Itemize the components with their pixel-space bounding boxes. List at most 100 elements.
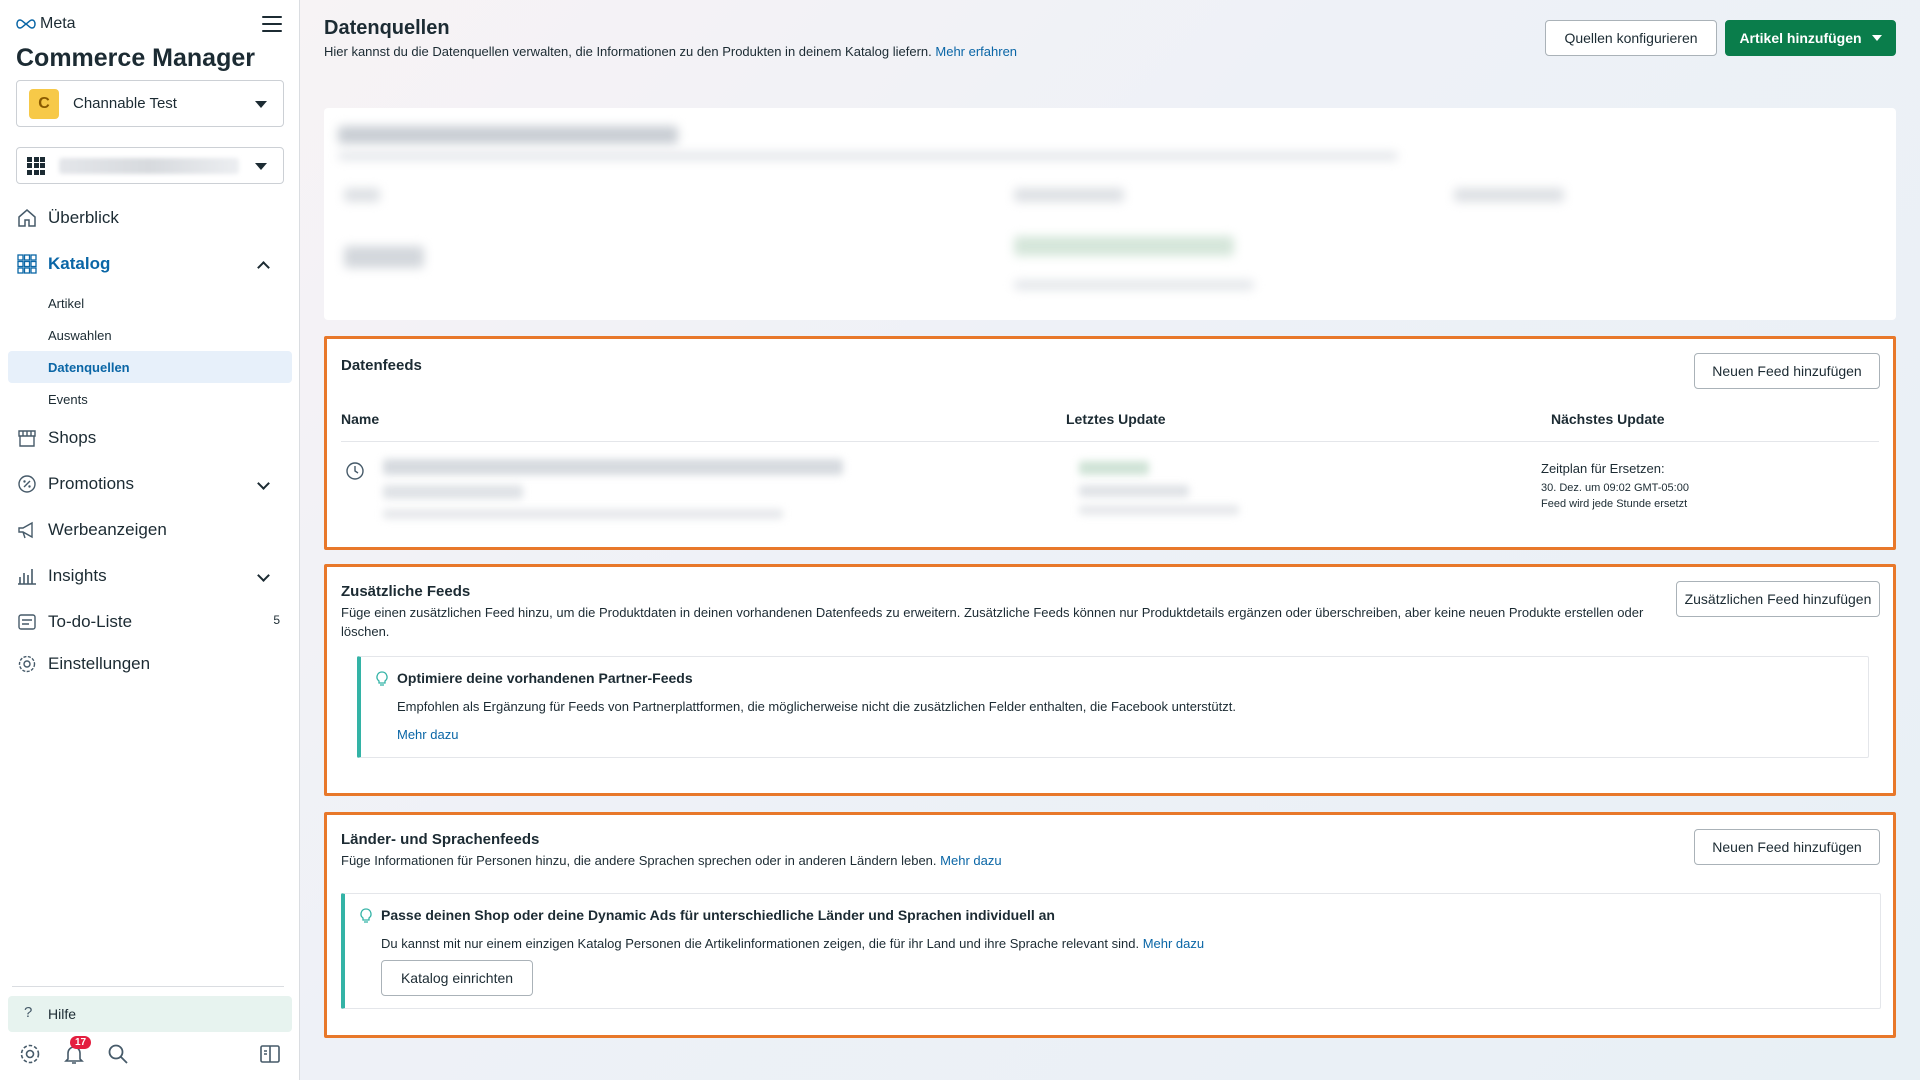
add-supplementary-feed-button[interactable]: Zusätzlichen Feed hinzufügen (1676, 581, 1880, 617)
catalog-select[interactable] (16, 147, 284, 184)
help-button[interactable]: ? Hilfe (8, 996, 292, 1032)
sidebar-item-label: Promotions (48, 474, 134, 493)
learn-more-link[interactable]: Mehr erfahren (935, 44, 1017, 59)
lightbulb-icon (360, 908, 372, 923)
tip-more-link[interactable]: Mehr dazu (397, 727, 458, 742)
clock-icon (346, 462, 364, 480)
meta-infinity-icon (16, 19, 36, 29)
configure-sources-button[interactable]: Quellen konfigurieren (1545, 20, 1717, 56)
question-icon: ? (24, 1004, 33, 1021)
lightbulb-icon (376, 671, 388, 686)
blurred-feed-meta (383, 485, 523, 499)
caret-down-icon (255, 101, 267, 108)
localized-tip: Passe deinen Shop oder deine Dynamic Ads… (341, 893, 1881, 1009)
catalog-grid-icon (27, 156, 45, 175)
sidebar: Meta Commerce Manager C Channable Test Ü… (0, 0, 300, 1080)
sidebar-item-label: Überblick (48, 208, 119, 227)
blurred-last-update-status (1079, 461, 1149, 475)
sidebar-item-insights[interactable]: Insights (0, 553, 300, 599)
chevron-up-icon (257, 261, 270, 274)
page-title: Datenquellen (324, 17, 450, 39)
add-items-button[interactable]: Artikel hinzufügen (1725, 20, 1896, 56)
settings-icon (18, 655, 36, 673)
tip-title: Passe deinen Shop oder deine Dynamic Ads… (381, 907, 1055, 923)
blurred-catalog-card (324, 108, 1896, 320)
sidebar-item-label: To-do-Liste (48, 612, 133, 631)
sidebar-subitem-datenquellen[interactable]: Datenquellen (8, 351, 292, 383)
blurred-feed-name[interactable] (383, 459, 843, 475)
chevron-down-icon (257, 477, 270, 490)
sidebar-item-settings[interactable]: Einstellungen (0, 645, 300, 683)
menu-icon[interactable] (262, 16, 282, 34)
tip-text-body: Du kannst mit nur einem einzigen Katalog… (381, 936, 1140, 951)
tip-more-link[interactable]: Mehr dazu (1143, 936, 1204, 951)
page-subtitle: Hier kannst du die Datenquellen verwalte… (324, 44, 1017, 59)
panel-toggle-icon[interactable] (258, 1042, 282, 1066)
gear-icon[interactable] (18, 1042, 42, 1066)
localized-feeds-card: Länder- und Sprachenfeeds Füge Informati… (324, 812, 1896, 1038)
supplementary-description: Füge einen zusätzlichen Feed hinzu, um d… (341, 605, 1644, 639)
localized-title: Länder- und Sprachenfeeds (341, 831, 540, 848)
add-items-label: Artikel hinzufügen (1739, 30, 1862, 46)
help-label: Hilfe (48, 1006, 77, 1022)
sidebar-subitem-auswahlen[interactable]: Auswahlen (8, 319, 292, 351)
sidebar-item-todo[interactable]: To-do-Liste 5 (0, 599, 300, 645)
schedule-label: Zeitplan für Ersetzen: (1541, 461, 1665, 476)
sidebar-subitem-artikel[interactable]: Artikel (8, 287, 292, 319)
sidebar-item-promotions[interactable]: Promotions (0, 461, 300, 507)
supplementary-title: Zusätzliche Feeds (341, 583, 471, 600)
megaphone-icon (18, 521, 33, 539)
sidebar-item-label: Katalog (48, 254, 111, 273)
blurred-feed-url (383, 509, 783, 519)
sidebar-item-label: Insights (48, 566, 107, 585)
sidebar-item-catalog[interactable]: Katalog (0, 241, 300, 287)
tip-text: Du kannst mit nur einem einzigen Katalog… (381, 936, 1204, 951)
sidebar-item-label: Werbeanzeigen (48, 520, 167, 539)
sidebar-item-ads[interactable]: Werbeanzeigen (0, 507, 300, 553)
promotions-icon (18, 475, 36, 493)
sidebar-subitem-events[interactable]: Events (8, 383, 292, 415)
datafeeds-title: Datenfeeds (341, 357, 422, 374)
datafeeds-card: Datenfeeds Neuen Feed hinzufügen Name Le… (324, 336, 1896, 550)
sidebar-item-label: Einstellungen (48, 654, 151, 673)
schedule-time: 30. Dez. um 09:02 GMT-05:00 (1541, 482, 1689, 494)
tip-title: Optimiere deine vorhandenen Partner-Feed… (397, 670, 693, 686)
localized-description: Füge Informationen für Personen hinzu, d… (341, 851, 1002, 870)
account-avatar: C (29, 88, 59, 119)
table-header-divider (341, 441, 1879, 442)
setup-catalog-button[interactable]: Katalog einrichten (381, 960, 533, 996)
sidebar-divider (12, 986, 284, 987)
chevron-down-icon (257, 569, 270, 582)
sidebar-nav: Überblick Katalog Artikel Auswahlen Date… (0, 195, 300, 683)
main-content: Datenquellen Hier kannst du die Datenque… (300, 0, 1920, 1080)
blurred-last-update-time (1079, 485, 1189, 497)
sidebar-bottom-bar (0, 1040, 300, 1070)
partner-feeds-tip: Optimiere deine vorhandenen Partner-Feed… (357, 656, 1869, 758)
supplementary-feeds-card: Zusätzliche Feeds Füge einen zusätzliche… (324, 564, 1896, 796)
sidebar-item-label: Shops (48, 428, 97, 447)
meta-logo[interactable]: Meta (16, 15, 76, 33)
column-header-next-update[interactable]: Nächstes Update (1551, 411, 1665, 427)
add-new-feed-button[interactable]: Neuen Feed hinzufügen (1694, 353, 1880, 389)
add-localized-feed-button[interactable]: Neuen Feed hinzufügen (1694, 829, 1880, 865)
localized-description-text: Füge Informationen für Personen hinzu, d… (341, 853, 937, 868)
sidebar-item-shops[interactable]: Shops (0, 415, 300, 461)
app-title: Commerce Manager (16, 44, 255, 72)
meta-brand-text: Meta (40, 15, 76, 32)
home-icon (18, 209, 36, 227)
column-header-last-update[interactable]: Letztes Update (1066, 411, 1166, 427)
caret-down-icon (255, 163, 267, 170)
search-icon[interactable] (106, 1042, 130, 1066)
account-name: Channable Test (73, 95, 177, 112)
notification-count-badge: 17 (70, 1036, 92, 1049)
bar-chart-icon (18, 569, 36, 585)
catalog-icon (17, 254, 37, 274)
todo-icon (18, 614, 36, 630)
account-select[interactable]: C Channable Test (16, 80, 284, 127)
page-subtitle-text: Hier kannst du die Datenquellen verwalte… (324, 44, 932, 59)
caret-down-icon (1871, 35, 1882, 41)
localized-more-link[interactable]: Mehr dazu (940, 853, 1001, 868)
column-header-name[interactable]: Name (341, 411, 379, 427)
schedule-frequency: Feed wird jede Stunde ersetzt (1541, 498, 1688, 510)
sidebar-item-overview[interactable]: Überblick (0, 195, 300, 241)
